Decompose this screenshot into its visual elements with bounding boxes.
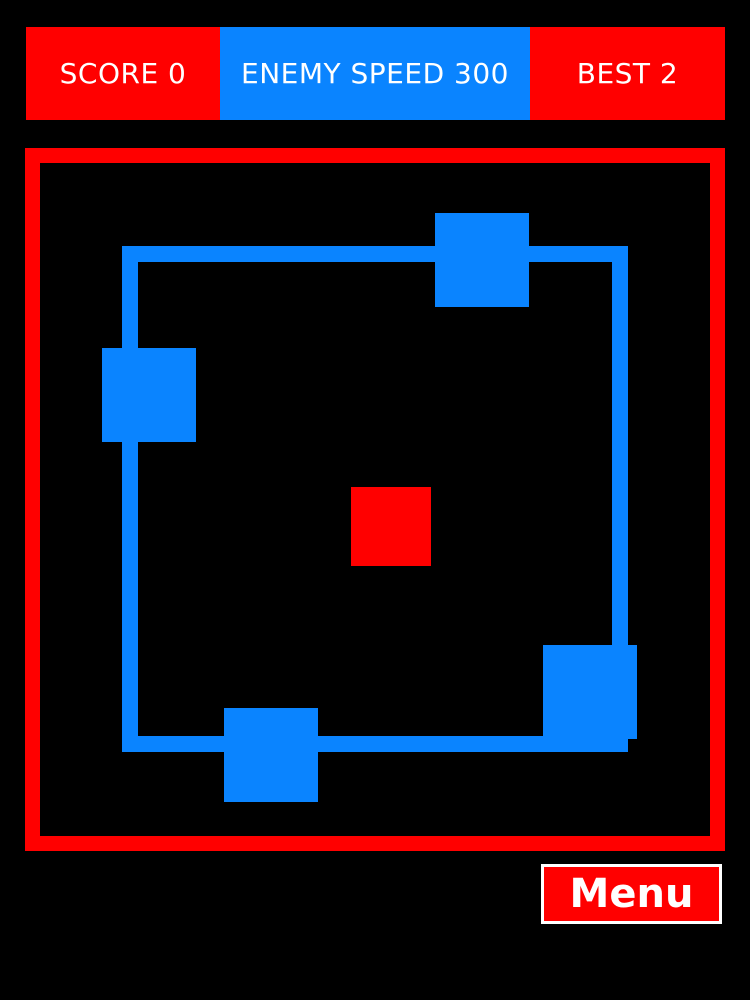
menu-button-label: Menu [569,871,694,917]
score-label: SCORE 0 [59,57,187,90]
enemy-speed-display: ENEMY SPEED 300 [220,27,530,120]
best-score-display: BEST 2 [530,27,725,120]
enemy-square-bottom [224,708,318,802]
enemy-square-right [543,645,637,739]
enemy-square-top [435,213,529,307]
best-score-label: BEST 2 [576,57,679,90]
enemy-square-left [102,348,196,442]
score-display: SCORE 0 [26,27,220,120]
menu-button[interactable]: Menu [541,864,722,924]
enemy-speed-label: ENEMY SPEED 300 [241,57,509,90]
player-square[interactable] [351,487,431,566]
